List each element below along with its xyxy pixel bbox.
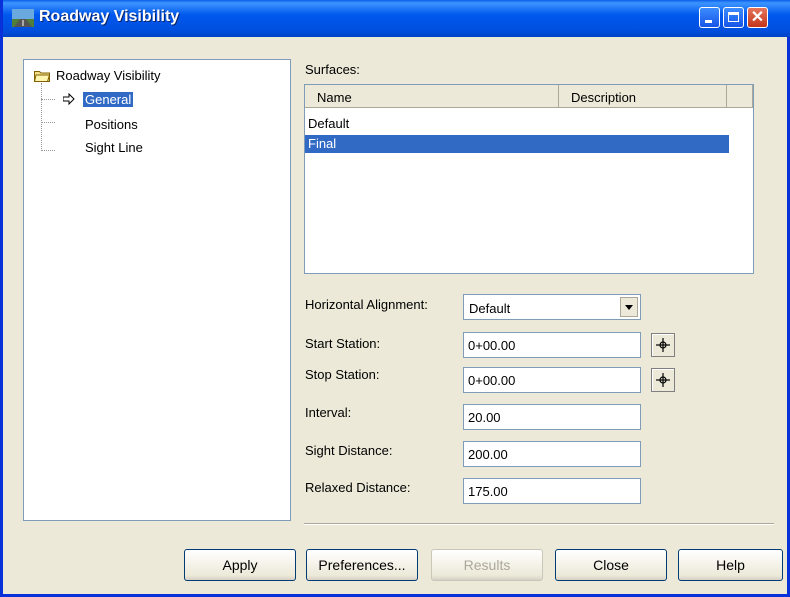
surface-name: Final bbox=[308, 136, 337, 151]
sight-distance-input[interactable]: 200.00 bbox=[463, 441, 641, 467]
navigation-tree: Roadway Visibility General Positions Sig… bbox=[23, 59, 291, 521]
minimize-button[interactable] bbox=[699, 7, 720, 28]
crosshair-icon bbox=[656, 338, 670, 352]
arrow-icon bbox=[63, 93, 75, 105]
horizontal-alignment-label: Horizontal Alignment: bbox=[305, 297, 428, 312]
relaxed-distance-label: Relaxed Distance: bbox=[305, 480, 411, 495]
preferences-button[interactable]: Preferences... bbox=[306, 549, 418, 581]
column-header-description[interactable]: Description bbox=[559, 85, 727, 107]
close-icon: ✕ bbox=[750, 9, 765, 26]
surface-name: Default bbox=[308, 116, 350, 131]
tree-root-roadway-visibility[interactable]: Roadway Visibility bbox=[34, 66, 161, 84]
tree-root-label: Roadway Visibility bbox=[56, 67, 161, 83]
tree-connector bbox=[41, 99, 55, 100]
tree-connector bbox=[41, 83, 42, 151]
pick-stop-station-button[interactable] bbox=[651, 368, 675, 392]
interval-input[interactable]: 20.00 bbox=[463, 404, 641, 430]
start-station-input[interactable]: 0+00.00 bbox=[463, 332, 641, 358]
apply-button[interactable]: Apply bbox=[184, 549, 296, 581]
surface-row-default[interactable]: Default bbox=[305, 115, 729, 133]
chevron-down-icon bbox=[625, 305, 633, 310]
start-station-label: Start Station: bbox=[305, 336, 381, 351]
folder-icon bbox=[34, 70, 50, 82]
sight-distance-label: Sight Distance: bbox=[305, 443, 393, 458]
surfaces-list[interactable]: Name Description Default Final bbox=[304, 84, 754, 274]
stop-station-input[interactable]: 0+00.00 bbox=[463, 367, 641, 393]
close-button[interactable]: Close bbox=[555, 549, 667, 581]
horizontal-alignment-select[interactable]: Default bbox=[463, 294, 641, 320]
tree-item-positions[interactable]: Positions bbox=[83, 115, 140, 133]
tree-item-general[interactable]: General bbox=[83, 90, 134, 108]
stop-station-label: Stop Station: bbox=[305, 367, 380, 382]
results-button[interactable]: Results bbox=[431, 549, 543, 581]
tree-connector bbox=[41, 150, 55, 151]
help-button[interactable]: Help bbox=[678, 549, 783, 581]
tree-item-label: General bbox=[83, 91, 134, 107]
surfaces-list-header: Name Description bbox=[305, 85, 753, 108]
interval-label: Interval: bbox=[305, 405, 352, 420]
surface-row-final[interactable]: Final bbox=[305, 135, 729, 153]
dropdown-button[interactable] bbox=[620, 297, 638, 317]
relaxed-distance-input[interactable]: 175.00 bbox=[463, 478, 641, 504]
dialog-window: Roadway Visibility ✕ Roadway Visibility … bbox=[0, 0, 790, 597]
title-bar[interactable]: Roadway Visibility ✕ bbox=[3, 0, 790, 37]
separator bbox=[304, 523, 774, 525]
column-header-empty[interactable] bbox=[727, 85, 753, 107]
crosshair-icon bbox=[656, 373, 670, 387]
close-window-button[interactable]: ✕ bbox=[747, 7, 768, 28]
window-title: Roadway Visibility bbox=[39, 8, 180, 25]
pick-start-station-button[interactable] bbox=[651, 333, 675, 357]
maximize-icon bbox=[728, 12, 739, 22]
tree-item-sight-line[interactable]: Sight Line bbox=[83, 138, 145, 156]
minimize-icon bbox=[705, 20, 712, 23]
road-icon bbox=[12, 9, 34, 27]
tree-item-label: Positions bbox=[85, 116, 138, 132]
maximize-button[interactable] bbox=[723, 7, 744, 28]
tree-item-label: Sight Line bbox=[85, 139, 143, 155]
tree-connector bbox=[41, 122, 55, 123]
horizontal-alignment-value: Default bbox=[469, 301, 511, 316]
surfaces-label: Surfaces: bbox=[305, 62, 360, 77]
column-header-name[interactable]: Name bbox=[305, 85, 559, 107]
